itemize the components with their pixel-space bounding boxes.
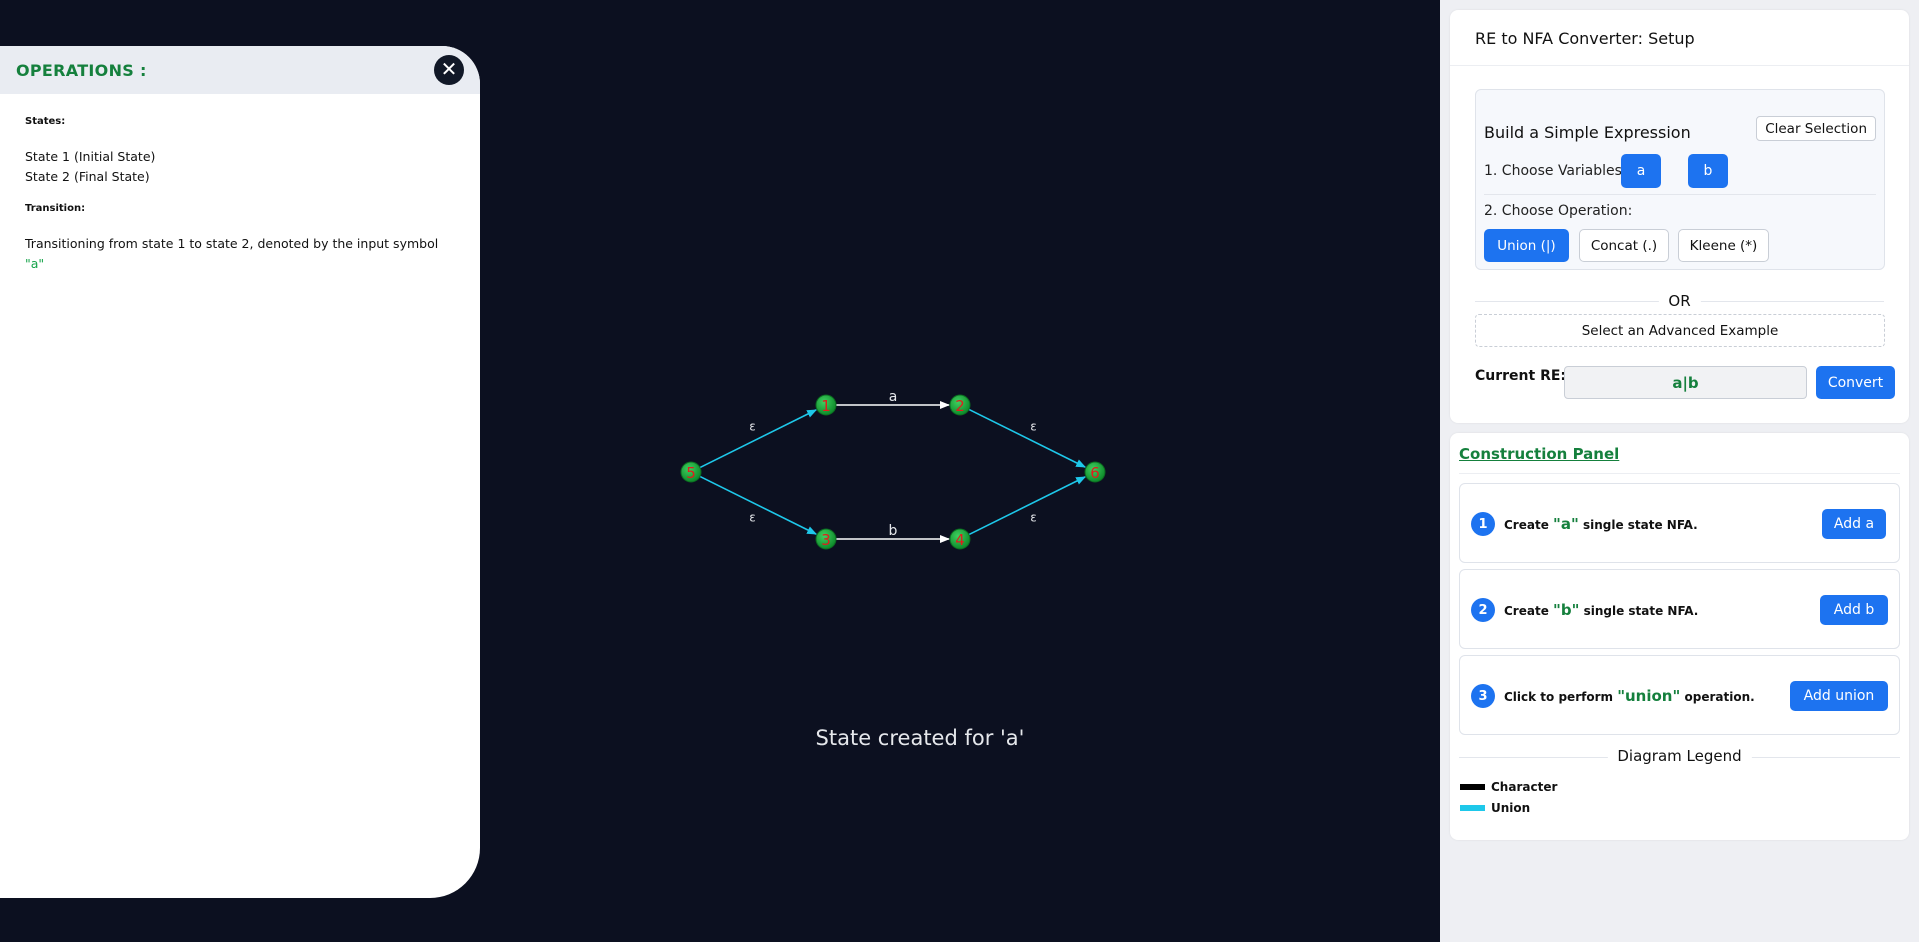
edge-label: ε (1030, 420, 1037, 434)
simple-expression-title: Build a Simple Expression (1484, 123, 1691, 142)
current-re-label: Current RE: (1475, 368, 1567, 384)
or-text: OR (1658, 292, 1701, 310)
state-label: 6 (1090, 464, 1100, 482)
step-text-prefix: Click to perform (1504, 690, 1618, 704)
step-text-prefix: Create (1504, 604, 1554, 618)
legend-swatch-union (1460, 805, 1485, 811)
legend-label: Union (1491, 801, 1531, 815)
state-label: 2 (955, 397, 965, 415)
current-re-field[interactable] (1564, 366, 1807, 399)
legend-divider: Diagram Legend (1459, 747, 1900, 767)
legend-label: Character (1491, 780, 1558, 794)
transition-description: Transitioning from state 1 to state 2, d… (25, 234, 455, 274)
step-symbol: "union" (1617, 687, 1681, 705)
advanced-example-select[interactable]: Select an Advanced Example (1475, 314, 1885, 347)
step-description: Create "b" single state NFA. (1504, 601, 1698, 619)
construction-step: 2 Create "b" single state NFA. Add b (1459, 569, 1900, 649)
state-node-1[interactable]: 1 (815, 394, 837, 416)
simple-expression-box: Build a Simple Expression Clear Selectio… (1475, 89, 1885, 270)
step-text-suffix: single state NFA. (1579, 604, 1699, 618)
state-label: 1 (821, 397, 831, 415)
edge-label: ε (1030, 511, 1037, 525)
step-number-badge: 1 (1471, 512, 1495, 536)
divider (1484, 194, 1876, 195)
union-operation-button[interactable]: Union (|) (1484, 229, 1569, 262)
choose-variables-label: 1. Choose Variables: (1484, 163, 1627, 179)
add-b-button[interactable]: Add b (1820, 595, 1888, 625)
step-number-badge: 2 (1471, 598, 1495, 622)
operations-body: States: State 1 (Initial State) State 2 … (0, 94, 480, 296)
state-node-5[interactable]: 5 (680, 461, 702, 483)
concat-operation-button[interactable]: Concat (.) (1579, 229, 1669, 262)
step-text-suffix: operation. (1680, 690, 1755, 704)
states-heading: States: (25, 116, 66, 127)
setup-title: RE to NFA Converter: Setup (1450, 10, 1909, 66)
transition-edge-5-1 (699, 409, 818, 469)
state-label: 4 (955, 531, 965, 549)
state-line: State 2 (Final State) (25, 169, 150, 184)
transition-edge-5-3 (699, 475, 818, 535)
operations-title: OPERATIONS : (16, 60, 147, 80)
operations-header: OPERATIONS : ✕ (0, 46, 480, 94)
step-symbol: "b" (1553, 601, 1580, 619)
close-icon[interactable]: ✕ (434, 55, 464, 85)
divider (1459, 473, 1900, 474)
construction-step: 3 Click to perform "union" operation. Ad… (1459, 655, 1900, 735)
kleene-operation-button[interactable]: Kleene (*) (1678, 229, 1769, 262)
state-node-2[interactable]: 2 (949, 394, 971, 416)
step-text-prefix: Create (1504, 518, 1554, 532)
legend-item-union: Union (1460, 801, 1530, 815)
setup-card: RE to NFA Converter: Setup Build a Simpl… (1450, 10, 1909, 423)
transition-heading: Transition: (25, 203, 86, 214)
or-divider: OR (1475, 292, 1884, 312)
add-union-button[interactable]: Add union (1790, 681, 1888, 711)
step-description: Click to perform "union" operation. (1504, 687, 1755, 705)
transition-text: Transitioning from state 1 to state 2, d… (25, 236, 439, 251)
construction-step: 1 Create "a" single state NFA. Add a (1459, 483, 1900, 563)
construction-panel-title[interactable]: Construction Panel (1459, 445, 1619, 463)
state-label: 5 (686, 464, 696, 482)
add-a-button[interactable]: Add a (1822, 509, 1886, 539)
choose-operation-label: 2. Choose Operation: (1484, 203, 1633, 219)
step-symbol: "a" (1553, 515, 1579, 533)
legend-item-character: Character (1460, 780, 1557, 794)
state-node-6[interactable]: 6 (1084, 461, 1106, 483)
legend-title: Diagram Legend (1607, 747, 1752, 765)
variable-a-button[interactable]: a (1621, 154, 1661, 188)
transition-symbol: "a" (25, 256, 45, 271)
state-node-4[interactable]: 4 (949, 528, 971, 550)
edge-label: b (889, 523, 898, 539)
edge-label: ε (749, 511, 756, 525)
legend-swatch-character (1460, 784, 1485, 790)
clear-selection-button[interactable]: Clear Selection (1756, 116, 1876, 141)
edge-label: ε (749, 420, 756, 434)
operations-panel: OPERATIONS : ✕ States: State 1 (Initial … (0, 46, 480, 898)
variable-b-button[interactable]: b (1688, 154, 1728, 188)
step-number-badge: 3 (1471, 684, 1495, 708)
state-line: State 1 (Initial State) (25, 149, 156, 164)
transition-edge-2-6 (968, 408, 1087, 468)
state-node-3[interactable]: 3 (815, 528, 837, 550)
construction-panel: Construction Panel 1 Create "a" single s… (1450, 433, 1909, 840)
transition-edge-4-6 (968, 476, 1087, 536)
step-text-suffix: single state NFA. (1578, 518, 1698, 532)
convert-button[interactable]: Convert (1816, 366, 1895, 399)
state-label: 3 (821, 531, 831, 549)
step-description: Create "a" single state NFA. (1504, 515, 1698, 533)
control-sidebar: RE to NFA Converter: Setup Build a Simpl… (1440, 0, 1919, 942)
edge-label: a (889, 389, 898, 405)
